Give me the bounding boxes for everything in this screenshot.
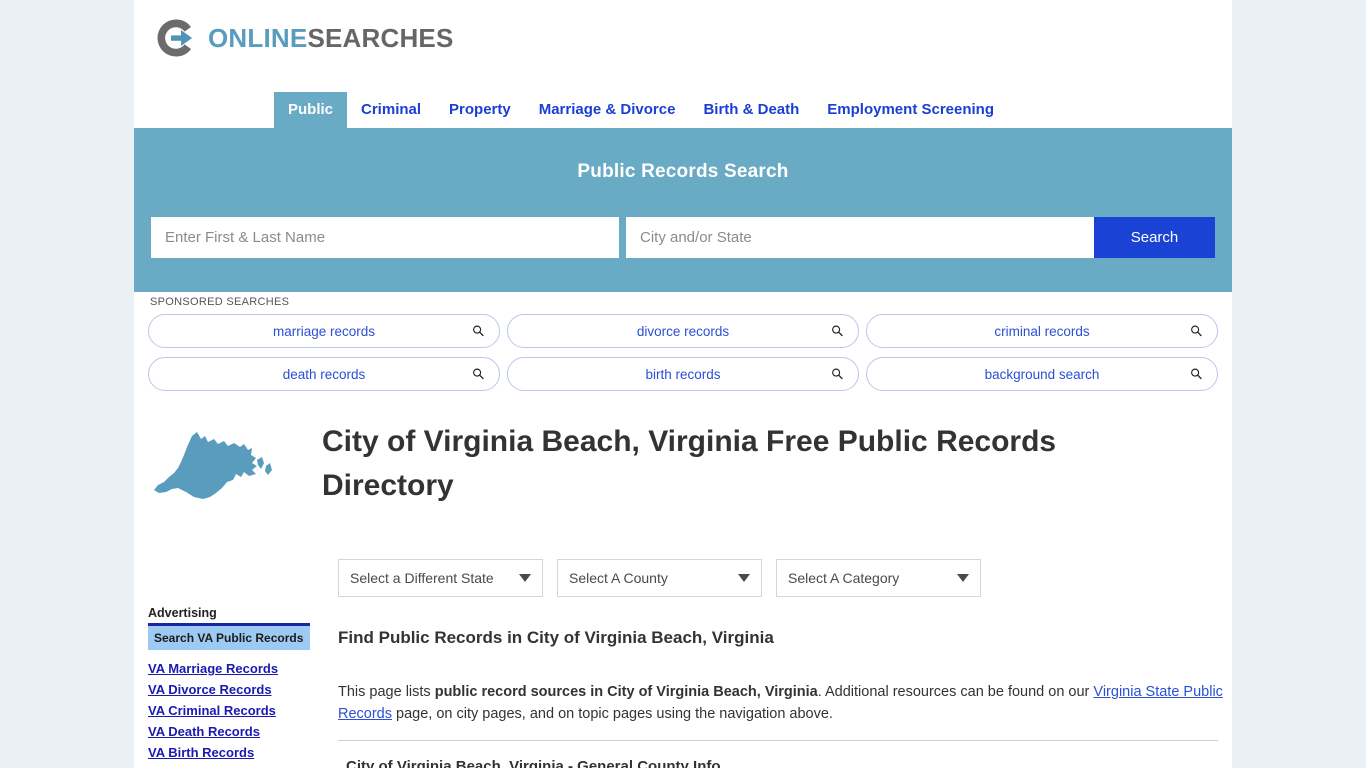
sponsored-pill-death-records[interactable]: death records — [148, 357, 500, 391]
sidebar-item-va-marriage-records[interactable]: VA Marriage Records — [148, 661, 310, 676]
sponsored-pill-divorce-records[interactable]: divorce records — [507, 314, 859, 348]
ad-heading[interactable]: Search VA Public Records — [148, 626, 310, 650]
category-select[interactable]: Select A Category — [776, 559, 981, 597]
hero-search-banner: Public Records Search Search — [134, 128, 1232, 292]
search-icon — [832, 325, 843, 337]
paragraph-bold: public record sources in City of Virgini… — [434, 684, 818, 700]
search-icon — [473, 325, 484, 337]
tab-marriage-divorce[interactable]: Marriage & Divorce — [525, 92, 690, 128]
main-navigation: Public Criminal Property Marriage & Divo… — [134, 86, 1232, 128]
sponsored-pill-label: criminal records — [994, 323, 1090, 339]
sponsored-pill-label: birth records — [645, 366, 721, 382]
sponsored-pill-birth-records[interactable]: birth records — [507, 357, 859, 391]
logo-word-online: ONLINE — [208, 23, 308, 53]
state-select-value: Select a Different State — [350, 570, 494, 586]
sidebar-link-list: VA Marriage Records VA Divorce Records V… — [148, 661, 310, 760]
general-county-info-heading: City of Virginia Beach, Virginia - Gener… — [346, 758, 721, 768]
county-select[interactable]: Select A County — [557, 559, 762, 597]
sponsored-searches-section: SPONSORED SEARCHES marriage records divo… — [148, 296, 1218, 391]
name-search-input[interactable] — [151, 217, 619, 258]
sponsored-pill-label: divorce records — [636, 323, 730, 339]
section-divider — [338, 740, 1218, 741]
page-root: ONLINESEARCHES Public Criminal Property … — [0, 0, 1366, 768]
intro-paragraph: This page lists public record sources in… — [338, 681, 1224, 726]
search-icon — [832, 368, 843, 380]
site-logo[interactable]: ONLINESEARCHES — [154, 16, 454, 60]
sidebar-item-va-death-records[interactable]: VA Death Records — [148, 724, 310, 739]
page-title: City of Virginia Beach, Virginia Free Pu… — [322, 425, 1057, 502]
sponsored-pill-marriage-records[interactable]: marriage records — [148, 314, 500, 348]
search-button[interactable]: Search — [1094, 217, 1215, 258]
content-container: ONLINESEARCHES Public Criminal Property … — [134, 0, 1232, 768]
logo-wordmark: ONLINESEARCHES — [208, 25, 454, 51]
sponsored-pill-background-search[interactable]: background search — [866, 357, 1218, 391]
tab-public[interactable]: Public — [274, 92, 348, 128]
paragraph-mid: . Additional resources can be found on o… — [817, 684, 1094, 700]
circle-arrow-icon — [154, 16, 198, 60]
search-icon — [473, 368, 484, 380]
category-select-value: Select A Category — [788, 570, 900, 586]
sidebar-advertising: Advertising Search VA Public Records VA … — [148, 606, 310, 760]
sponsored-pill-criminal-records[interactable]: criminal records — [866, 314, 1218, 348]
paragraph-lead: This page lists — [338, 684, 435, 700]
advertising-label: Advertising — [148, 606, 217, 620]
search-icon — [1191, 368, 1202, 380]
sidebar-item-va-divorce-records[interactable]: VA Divorce Records — [148, 682, 310, 697]
sidebar-item-va-birth-records[interactable]: VA Birth Records — [148, 745, 310, 760]
tab-employment-screening[interactable]: Employment Screening — [813, 92, 1008, 128]
sponsored-pill-label: death records — [282, 366, 366, 382]
tab-criminal[interactable]: Criminal — [347, 92, 435, 128]
chevron-down-icon — [519, 574, 531, 582]
sponsored-pill-grid: marriage records divorce records crimina… — [148, 314, 1218, 391]
find-records-heading: Find Public Records in City of Virginia … — [338, 628, 774, 647]
chevron-down-icon — [738, 574, 750, 582]
state-select[interactable]: Select a Different State — [338, 559, 543, 597]
search-form: Search — [151, 217, 1215, 258]
hero-title: Public Records Search — [577, 161, 789, 182]
page-title-row: City of Virginia Beach, Virginia Free Pu… — [148, 420, 1218, 507]
tab-property[interactable]: Property — [435, 92, 525, 128]
chevron-down-icon — [957, 574, 969, 582]
sidebar-item-va-criminal-records[interactable]: VA Criminal Records — [148, 703, 310, 718]
paragraph-tail: page, on city pages, and on topic pages … — [392, 706, 833, 723]
tab-birth-death[interactable]: Birth & Death — [689, 92, 813, 128]
sponsored-pill-label: marriage records — [272, 323, 376, 339]
sponsored-label: SPONSORED SEARCHES — [150, 296, 290, 308]
sponsored-pill-label: background search — [984, 366, 1100, 382]
county-select-value: Select A County — [569, 570, 668, 586]
location-search-input[interactable] — [626, 217, 1094, 258]
virginia-state-map-icon — [154, 432, 272, 499]
filter-selects: Select a Different State Select A County… — [338, 559, 981, 597]
search-icon — [1191, 325, 1202, 337]
logo-word-searches: SEARCHES — [307, 23, 454, 53]
